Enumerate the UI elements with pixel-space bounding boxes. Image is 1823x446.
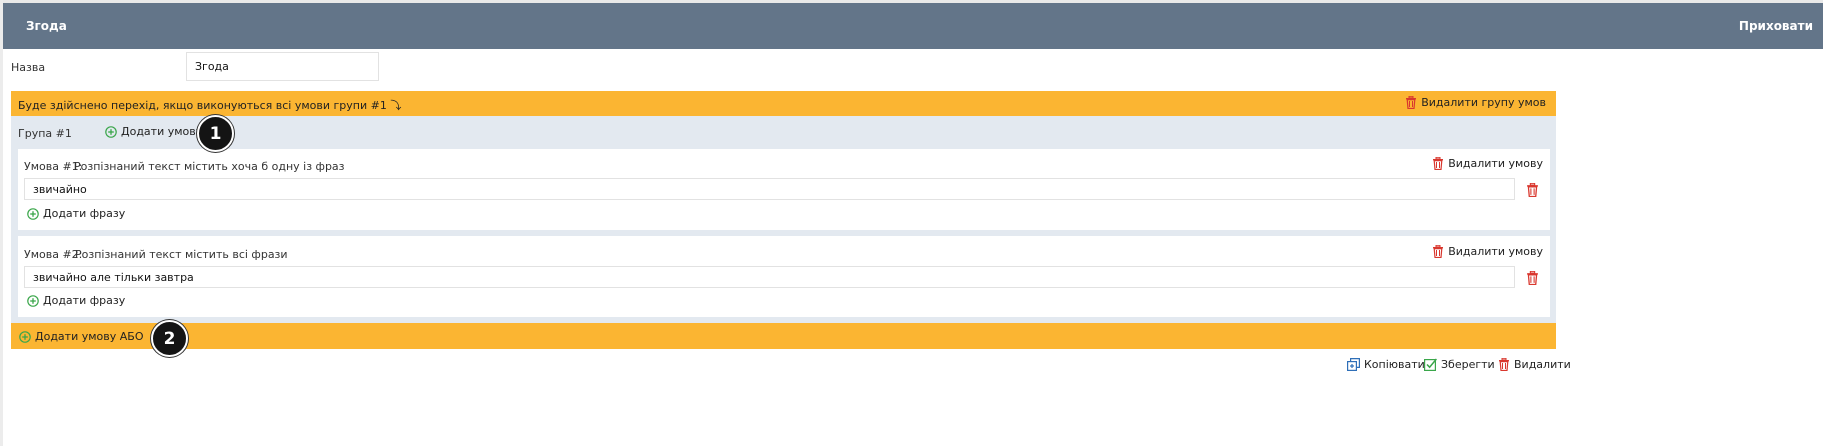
add-phrase-2-label: Додати фразу xyxy=(43,294,126,307)
trash-icon xyxy=(1406,96,1417,109)
condition-2-description: Розпізнаний текст містить всі фрази xyxy=(75,248,288,261)
group-label: Група #1 xyxy=(18,127,72,140)
add-phrase-1-label: Додати фразу xyxy=(43,207,126,220)
add-or-condition-button[interactable]: Додати умову АБО xyxy=(19,330,143,343)
annotation-badge-2: 2 xyxy=(151,320,188,357)
add-or-banner: Додати умову АБО xyxy=(11,323,1556,349)
plus-circle-icon xyxy=(105,125,117,138)
plus-circle-icon xyxy=(27,207,39,220)
panel-title: Згода xyxy=(26,19,67,33)
hide-button[interactable]: Приховати xyxy=(1739,19,1813,33)
save-label: Зберегти xyxy=(1441,358,1495,371)
delete-phrase-2-button[interactable] xyxy=(1526,270,1539,289)
condition-1-description: Розпізнаний текст містить хоча б одну із… xyxy=(74,160,345,173)
plus-circle-icon xyxy=(19,330,31,343)
add-phrase-1-button[interactable]: Додати фразу xyxy=(27,207,125,220)
copy-label: Копіювати xyxy=(1364,358,1425,371)
phrase-input-1[interactable]: звичайно xyxy=(24,178,1515,200)
add-or-condition-label: Додати умову АБО xyxy=(35,330,144,343)
delete-condition-1-label: Видалити умову xyxy=(1448,157,1543,170)
checkbox-check-icon xyxy=(1424,358,1437,371)
save-button[interactable]: Зберегти xyxy=(1424,358,1495,371)
name-label: Назва xyxy=(11,61,46,74)
group-banner: Буде здійснено перехід, якщо виконуються… xyxy=(11,91,1556,116)
delete-phrase-1-button[interactable] xyxy=(1526,182,1539,201)
condition-2-label: Умова #2: xyxy=(24,248,83,261)
delete-group-button[interactable]: Видалити групу умов xyxy=(1405,96,1546,109)
group-banner-text: Буде здійснено перехід, якщо виконуються… xyxy=(18,99,402,112)
copy-icon xyxy=(1347,358,1360,371)
condition-card-2: Умова #2: Розпізнаний текст містить всі … xyxy=(18,236,1550,317)
phrase-input-2[interactable]: звичайно але тільки завтра xyxy=(24,266,1515,288)
name-input[interactable]: Згода xyxy=(186,52,379,81)
trash-icon xyxy=(1527,270,1538,286)
trash-icon xyxy=(1527,182,1538,198)
delete-condition-2-label: Видалити умову xyxy=(1448,245,1543,258)
trash-icon xyxy=(1433,157,1444,170)
delete-button[interactable]: Видалити xyxy=(1498,358,1571,371)
copy-button[interactable]: Копіювати xyxy=(1347,358,1425,371)
add-phrase-2-button[interactable]: Додати фразу xyxy=(27,294,125,307)
condition-card-1: Умова #1: Розпізнаний текст містить хоча… xyxy=(18,149,1550,230)
delete-label: Видалити xyxy=(1514,358,1571,371)
annotation-badge-1: 1 xyxy=(197,115,234,152)
delete-condition-2-button[interactable]: Видалити умову xyxy=(1432,245,1543,258)
trash-icon xyxy=(1499,358,1509,371)
delete-condition-1-button[interactable]: Видалити умову xyxy=(1432,157,1543,170)
window-left-border xyxy=(0,0,3,446)
plus-circle-icon xyxy=(27,294,39,307)
delete-group-label: Видалити групу умов xyxy=(1421,96,1546,109)
group-container: Група #1 Додати умову "і" Умова #1: Розп… xyxy=(11,116,1556,323)
trash-icon xyxy=(1433,245,1444,258)
panel-header: Згода Приховати xyxy=(3,3,1823,49)
